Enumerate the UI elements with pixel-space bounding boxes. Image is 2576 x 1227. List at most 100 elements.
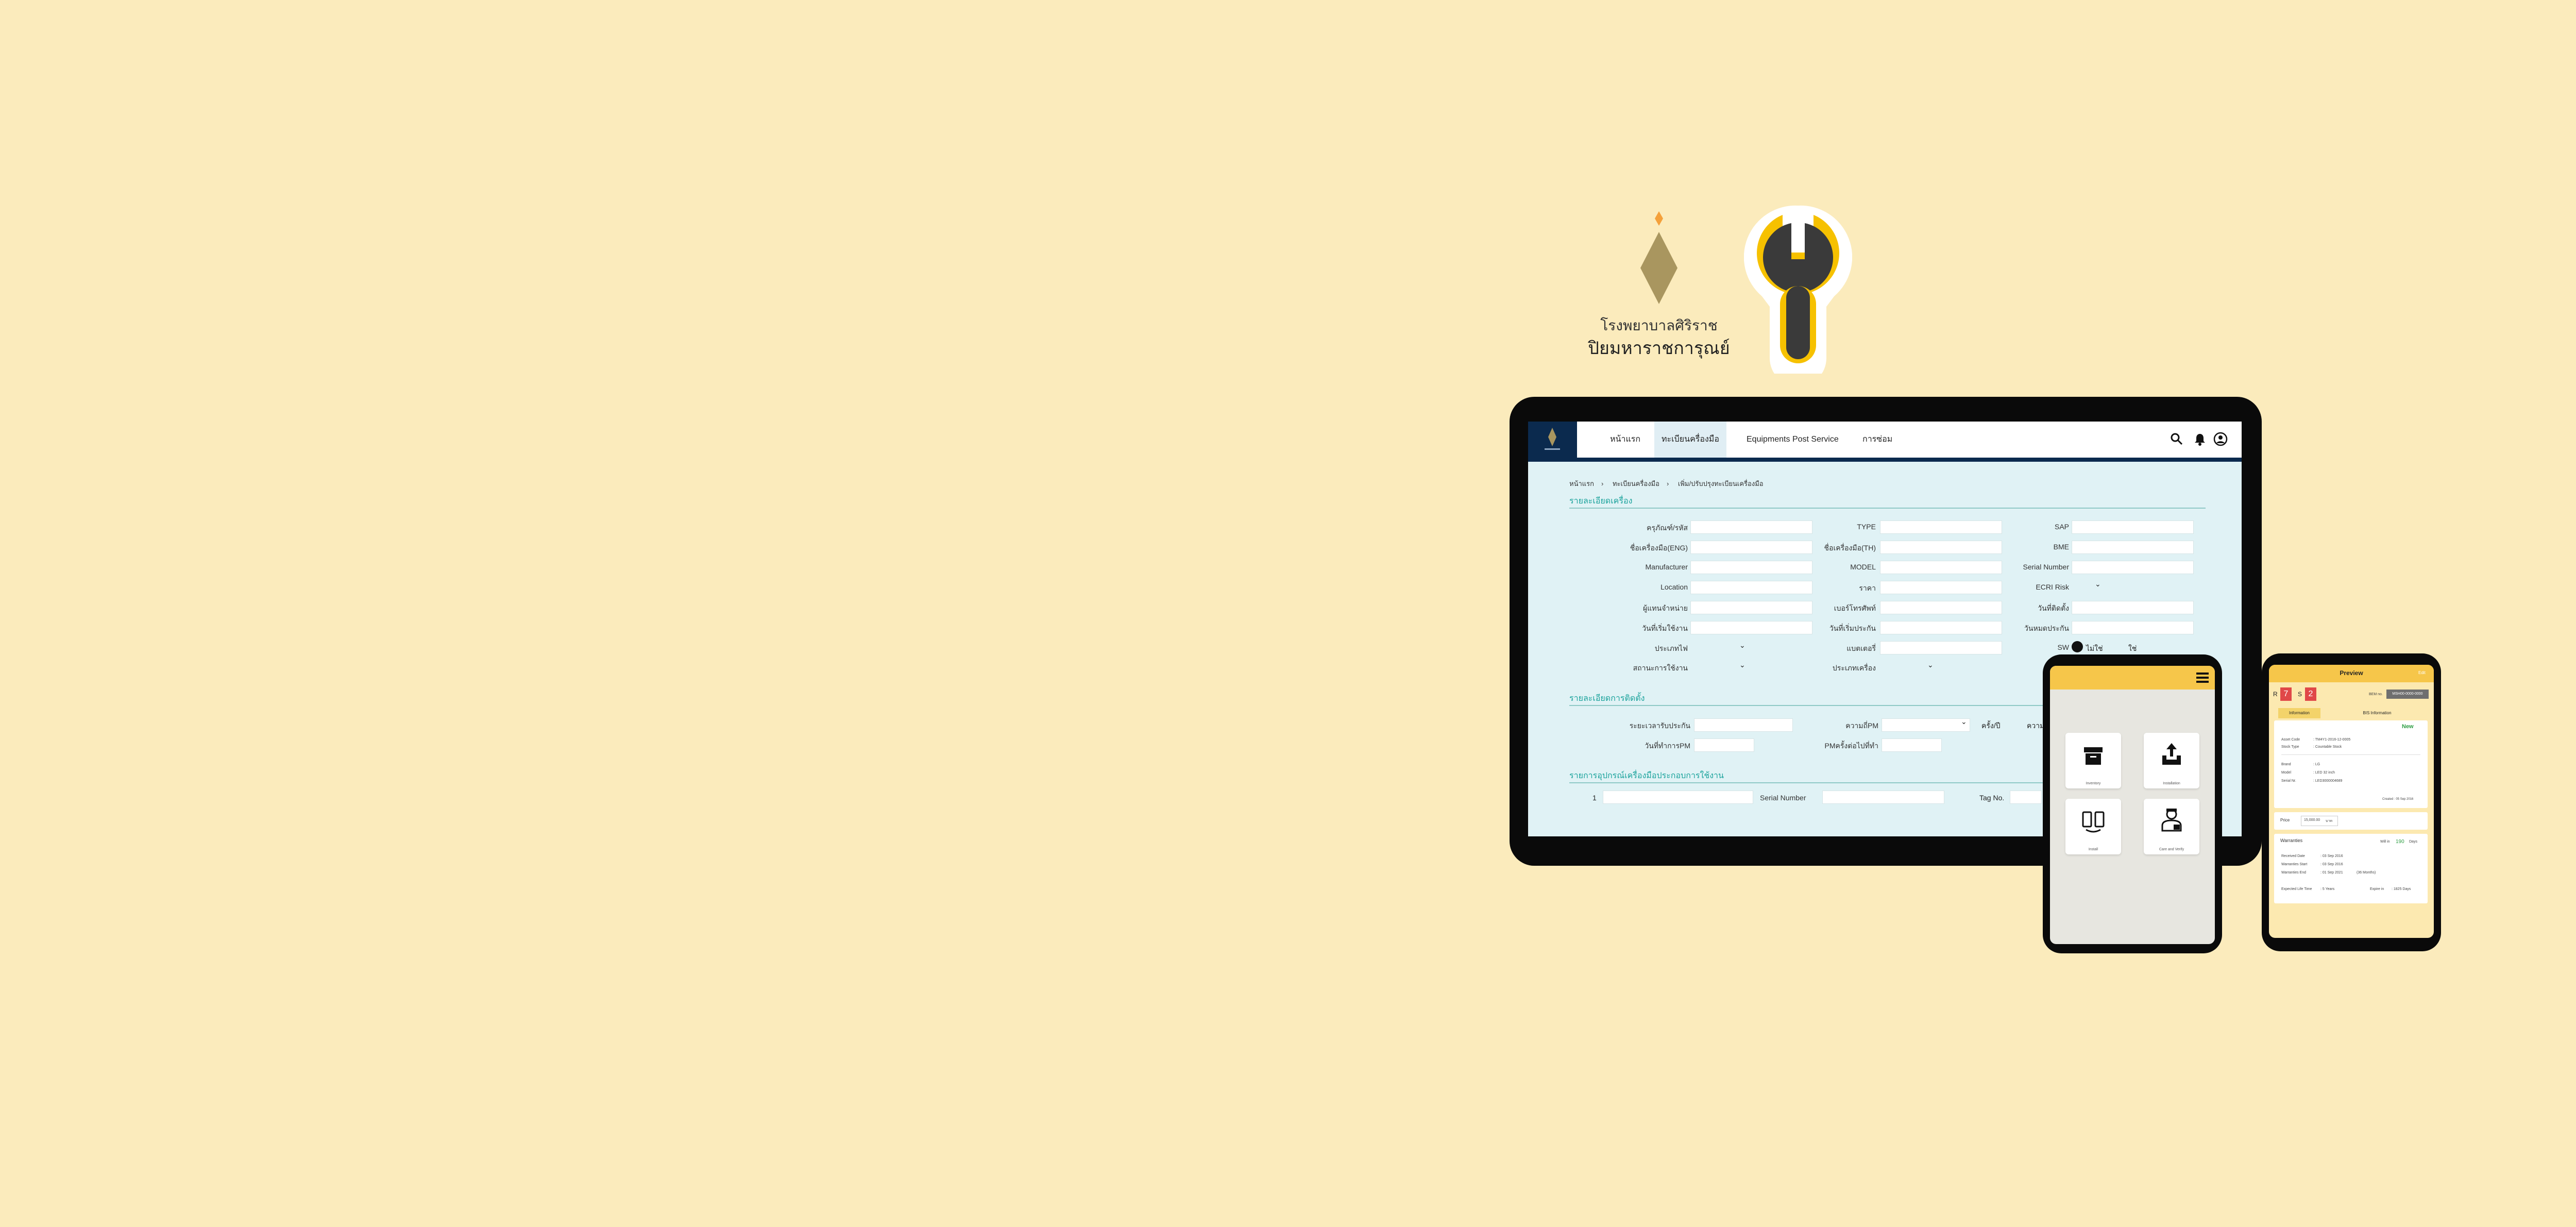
rating-s-label: S [2298,691,2302,698]
next-pm-input[interactable] [1882,738,1942,752]
tile-inventory-label: Inventory [2086,782,2101,785]
breadcrumb-registry[interactable]: ทะเบียนครื่องมือ [1613,480,1659,488]
section-title-accessories: รายการอุปกรณ์เครื่องมือประกอบการใช้งาน [1569,771,1724,780]
bem-search-field[interactable]: MSH00-0000-0000 [2386,690,2429,699]
label-distributor: ผู้แทนจำหน่าย [1643,604,1688,612]
tile-install-label: Install [2088,848,2098,851]
info-label: Stock Type [2281,745,2299,749]
label-warranty-end: วันหมดประกัน [2024,624,2069,632]
label-asset-code: ครุภัณฑ์/รหัส [1647,524,1688,532]
info-card: New Asset Code : TM4Y1-2016-12-0005 Stoc… [2274,720,2428,808]
price-input[interactable] [1880,581,2002,594]
label-power-type: ประเภทไฟ [1654,644,1688,652]
breadcrumb-current: เพิ่ม/ปรับปรุงทะเบียนเครื่องมือ [1677,480,1764,488]
label-type: TYPE [1857,523,1876,531]
nav-equipment-registry[interactable]: ทะเบียนครื่องมือ [1654,422,1726,458]
type-input[interactable] [1880,520,2002,534]
label-device-type: ประเภทเครื่อง [1832,664,1876,672]
phone-input[interactable] [1880,601,2002,614]
nav-repair[interactable]: การซ่อม [1855,422,1900,458]
section-title-installation: รายละเอียดการติดตั้ง [1569,694,1645,703]
warranty-value: : 03 Sep 2016 [2320,854,2343,858]
label-tag-no: Tag No. [1979,794,2005,802]
label-sw: SW [2057,643,2069,651]
tab-information[interactable]: Information [2278,708,2320,718]
info-value: : TM4Y1-2016-12-0005 [2313,738,2351,742]
device-type-select[interactable]: ⌄ [1927,661,1934,669]
label-warranty-period: ระยะเวลารับประกัน [1629,721,1690,730]
info-value: : LG [2313,763,2320,766]
tile-inventory[interactable]: Inventory [2065,733,2121,788]
power-type-select[interactable]: ⌄ [1739,641,1745,650]
mobile-header [2050,666,2215,690]
battery-input[interactable] [1880,641,2002,654]
tile-care-and-verify[interactable]: Care and Verify [2144,799,2199,854]
created-date: Created : 05 Sep 2016 [2382,798,2414,801]
accessory-serial-input[interactable] [1822,791,1944,804]
section-title-device: รายละเอียดเครื่อง [1569,497,1633,506]
device-transfer-icon [2082,811,2105,833]
tag-no-input[interactable] [2010,791,2042,804]
label-bme: BME [2053,543,2069,551]
status-badge: New [2402,724,2414,730]
label-pm-date: วันที่ทำการPM [1645,742,1690,750]
preview-title: Preview [2340,669,2363,677]
sw-radio-no[interactable] [2072,641,2083,652]
label-price: ราคา [1859,584,1876,592]
upload-tray-icon [2162,743,2181,765]
serial-number-input[interactable] [2072,561,2194,574]
accessory-name-input[interactable] [1603,791,1753,804]
technician-icon [2161,809,2182,832]
mobile-menu-device: Inventory Installation Install Care and … [2043,654,2222,953]
bme-input[interactable] [2072,541,2194,554]
warranty-period-input[interactable] [1694,718,1793,732]
install-date-input[interactable] [2072,601,2194,614]
model-input[interactable] [1880,561,2002,574]
chevron-right-icon: › [1601,480,1604,488]
label-phone: เบอร์โทรศัพท์ [1834,604,1876,612]
nav-home[interactable]: หน้าแรก [1603,422,1648,458]
sap-input[interactable] [2072,520,2194,534]
warranty-title: Warranties [2280,838,2303,843]
warranty-label: Warranties End [2281,871,2306,875]
info-value: : Countable Stock [2313,745,2342,749]
label-warranty-start: วันที่เริ่มประกัน [1829,624,1876,632]
warranty-label: Received Date [2281,854,2305,858]
warranty-end-input[interactable] [2072,621,2194,634]
warranty-left-prefix: Will in [2380,840,2390,844]
hospital-name-line2: ปิยมหาราชการุณย์ [1588,339,1730,358]
hamburger-menu-icon[interactable] [2195,671,2210,684]
bell-icon[interactable] [2193,432,2207,446]
tab-bis-information[interactable]: BIS Information [2346,708,2408,718]
top-navigation-bar: หน้าแรก ทะเบียนครื่องมือ Equipments Post… [1528,422,2242,462]
label-cut-off: ความ [2027,721,2045,730]
usage-status-select[interactable]: ⌄ [1739,661,1745,669]
app-logo[interactable] [1528,422,1577,458]
tile-care-and-verify-label: Care and Verify [2159,848,2184,851]
life-time-label: Expected Life Time [2281,887,2312,891]
nav-equipments-post-service[interactable]: Equipments Post Service [1739,422,1846,458]
search-icon[interactable] [2170,432,2184,446]
info-label: Brand [2281,763,2291,766]
label-serial-number: Serial Number [2023,563,2069,571]
price-label: Price [2280,818,2290,822]
mobile-menu-screen: Inventory Installation Install Care and … [2050,666,2215,944]
search-label: BEM no. [2369,693,2383,696]
ecri-risk-select[interactable]: ⌄ [2095,580,2101,589]
preview-header: Preview Edit [2269,665,2434,682]
breadcrumb: หน้าแรก › ทะเบียนครื่องมือ › เพิ่ม/ปรับปรุ… [1569,478,1771,489]
pm-date-input[interactable] [1694,738,1754,752]
archive-box-icon [2084,747,2103,765]
mobile-preview-screen: Preview Edit R 7 S 2 BEM no. MSH00-0000-… [2269,665,2434,938]
breadcrumb-home[interactable]: หน้าแรก [1569,480,1594,488]
name-th-input[interactable] [1880,541,2002,554]
user-account-icon[interactable] [2213,432,2228,446]
label-start-date: วันที่เริ่มใช้งาน [1642,624,1688,632]
tile-installation-label: Installation [2163,782,2180,785]
tile-install[interactable]: Install [2065,799,2121,854]
pm-frequency-select[interactable] [1882,718,1970,732]
tile-installation[interactable]: Installation [2144,733,2199,788]
warranty-start-input[interactable] [1880,621,2002,634]
logo-emblem-icon [1545,428,1560,450]
preview-edit-link[interactable]: Edit [2418,670,2426,675]
